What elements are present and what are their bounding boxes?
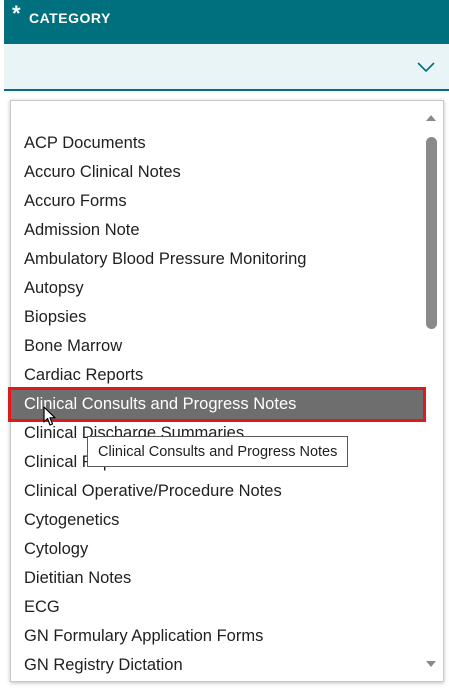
scroll-down-arrow-icon[interactable]: [426, 661, 436, 667]
list-item[interactable]: Clinical Operative/Procedure Notes: [11, 477, 423, 506]
list-item[interactable]: ECG: [11, 593, 423, 622]
list-item[interactable]: GN Formulary Application Forms: [11, 622, 423, 651]
field-label: CATEGORY: [29, 10, 111, 26]
list-item[interactable]: Autopsy: [11, 274, 423, 303]
list-item[interactable]: Ambulatory Blood Pressure Monitoring: [11, 245, 423, 274]
list-item[interactable]: Cardiac Reports: [11, 361, 423, 390]
scroll-up-arrow-icon[interactable]: [426, 115, 436, 121]
list-item[interactable]: Admission Note: [11, 216, 423, 245]
list-item[interactable]: Accuro Clinical Notes: [11, 158, 423, 187]
category-select[interactable]: [4, 44, 449, 91]
scrollbar[interactable]: [421, 101, 443, 681]
dropdown-items: ACP Documents Accuro Clinical Notes Accuro…: [8, 129, 426, 680]
chevron-down-icon[interactable]: [417, 60, 435, 78]
category-dropdown-list[interactable]: ACP Documents Accuro Clinical Notes Accuro…: [8, 100, 444, 682]
mouse-pointer-icon: [43, 406, 57, 432]
list-item[interactable]: ACP Documents: [11, 129, 423, 158]
list-item[interactable]: Clinical Consults and Progress Notes: [8, 387, 426, 422]
list-item[interactable]: GN Registry Dictation: [11, 651, 423, 680]
list-item[interactable]: Biopsies: [11, 303, 423, 332]
required-marker: *: [12, 1, 21, 26]
list-item[interactable]: Accuro Forms: [11, 187, 423, 216]
list-item[interactable]: Dietitian Notes: [11, 564, 423, 593]
list-item[interactable]: Cytogenetics: [11, 506, 423, 535]
list-item[interactable]: Cytology: [11, 535, 423, 564]
tooltip: Clinical Consults and Progress Notes: [87, 436, 349, 467]
category-header: * CATEGORY: [4, 0, 449, 44]
scrollbar-thumb[interactable]: [426, 137, 437, 329]
list-item[interactable]: Bone Marrow: [11, 332, 423, 361]
